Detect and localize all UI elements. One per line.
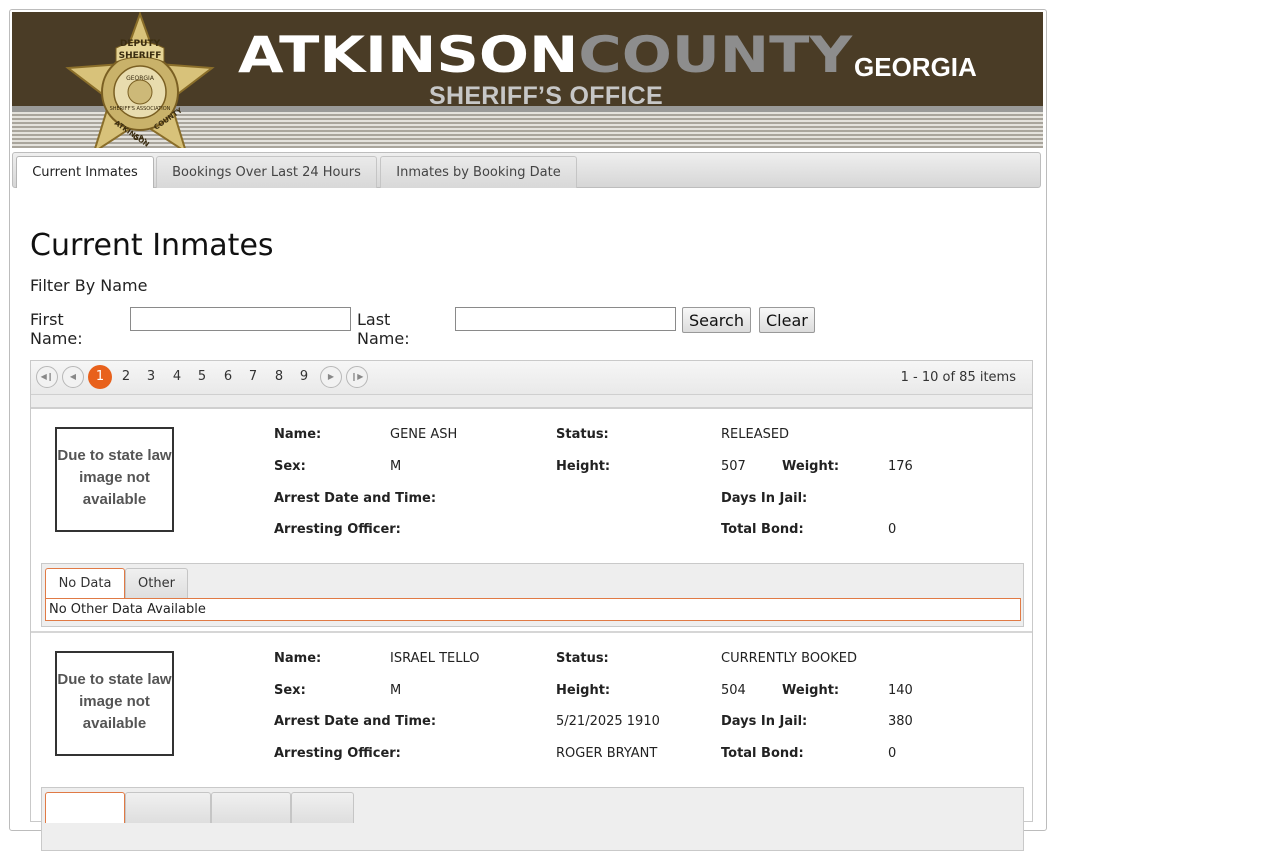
- days-in-jail-label: Days In Jail:: [721, 714, 808, 729]
- main-nav-tabs: Current Inmates Bookings Over Last 24 Ho…: [12, 152, 1041, 188]
- total-bond-label: Total Bond:: [721, 522, 804, 537]
- svg-text:GA.: GA.: [133, 134, 147, 142]
- next-page-icon[interactable]: ▶: [320, 366, 342, 388]
- inmate-height: 507: [721, 459, 746, 474]
- page-number-current[interactable]: 1: [88, 365, 112, 389]
- page-number[interactable]: 3: [139, 366, 163, 388]
- arrest-date-label: Arrest Date and Time:: [274, 491, 437, 506]
- first-page-icon[interactable]: ◀❙: [36, 366, 58, 388]
- arrest-date-label: Arrest Date and Time:: [274, 714, 437, 729]
- inmate-sex: M: [390, 683, 402, 698]
- status-label: Status:: [556, 427, 609, 442]
- filter-heading: Filter By Name: [30, 276, 148, 295]
- inmate-height: 504: [721, 683, 746, 698]
- svg-text:DEPUTY: DEPUTY: [120, 39, 161, 49]
- photo-unavailable-text: Due to state law image not available: [57, 447, 172, 508]
- inmate-detail-tabs: [41, 787, 1024, 851]
- sex-label: Sex:: [274, 683, 306, 698]
- svg-text:GEORGIA: GEORGIA: [126, 75, 155, 82]
- inmate-record: Due to state law image not available Nam…: [31, 409, 1032, 631]
- detail-panel-text: No Other Data Available: [45, 598, 1021, 621]
- detail-tab[interactable]: [45, 792, 125, 823]
- tab-current-inmates[interactable]: Current Inmates: [16, 156, 154, 188]
- status-label: Status:: [556, 651, 609, 666]
- last-name-input[interactable]: [455, 307, 676, 331]
- inmate-name: GENE ASH: [390, 427, 458, 442]
- page-number[interactable]: 7: [241, 366, 265, 388]
- name-label: Name:: [274, 427, 322, 442]
- inmate-status: CURRENTLY BOOKED: [721, 651, 858, 666]
- days-in-jail-label: Days In Jail:: [721, 491, 808, 506]
- weight-label: Weight:: [782, 683, 840, 698]
- last-name-label: Last Name:: [357, 310, 410, 348]
- clear-button[interactable]: Clear: [759, 307, 815, 333]
- weight-label: Weight:: [782, 459, 840, 474]
- tab-inmates-by-booking-date[interactable]: Inmates by Booking Date: [380, 156, 577, 188]
- photo-placeholder: Due to state law image not available: [55, 427, 174, 532]
- inmate-weight: 176: [888, 459, 913, 474]
- pager: ◀❙ ◀ 1 2 3 4 5 6 7 8 9 ▶ ❙▶ 1 - 10 of 85…: [31, 361, 1032, 395]
- page-number[interactable]: 6: [216, 366, 240, 388]
- inmate-status: RELEASED: [721, 427, 790, 442]
- site-subtitle: SHERIFF’S OFFICE: [429, 82, 663, 110]
- site-title-state: GEORGIA: [854, 52, 977, 82]
- photo-unavailable-text: Due to state law image not available: [57, 671, 172, 732]
- tab-bookings-24h[interactable]: Bookings Over Last 24 Hours: [156, 156, 377, 188]
- arresting-officer-label: Arresting Officer:: [274, 522, 401, 537]
- photo-placeholder: Due to state law image not available: [55, 651, 174, 756]
- total-bond: 0: [888, 522, 897, 537]
- prev-page-icon[interactable]: ◀: [62, 366, 84, 388]
- inmate-weight: 140: [888, 683, 913, 698]
- first-name-input[interactable]: [130, 307, 351, 331]
- days-in-jail: 380: [888, 714, 913, 729]
- page-number[interactable]: 4: [165, 366, 189, 388]
- total-bond: 0: [888, 746, 897, 761]
- page-number[interactable]: 9: [292, 366, 316, 388]
- inmate-record: Due to state law image not available Nam…: [31, 633, 1032, 851]
- svg-text:SHERIFF'S ASSOCIATION: SHERIFF'S ASSOCIATION: [110, 106, 171, 112]
- header-banner: DEPUTY SHERIFF GEORGIA SHERIFF'S ASSOCIA…: [12, 12, 1043, 148]
- pager-info: 1 - 10 of 85 items: [900, 370, 1016, 385]
- detail-tab-other[interactable]: Other: [125, 568, 188, 599]
- arresting-officer: ROGER BRYANT: [556, 746, 658, 761]
- site-title-atkinson: ATKINSON: [238, 26, 579, 84]
- page-number[interactable]: 8: [267, 366, 291, 388]
- arrest-date: 5/21/2025 1910: [556, 714, 660, 729]
- total-bond-label: Total Bond:: [721, 746, 804, 761]
- page-number[interactable]: 2: [114, 366, 138, 388]
- search-button[interactable]: Search: [682, 307, 751, 333]
- svg-text:SHERIFF: SHERIFF: [119, 51, 162, 61]
- sheriff-badge-logo: DEPUTY SHERIFF GEORGIA SHERIFF'S ASSOCIA…: [65, 12, 215, 148]
- detail-tab[interactable]: [125, 792, 211, 823]
- name-label: Name:: [274, 651, 322, 666]
- site-title: ATKINSONCOUNTY: [238, 26, 852, 84]
- first-name-label: First Name:: [30, 310, 83, 348]
- inmate-name: ISRAEL TELLO: [390, 651, 480, 666]
- inmate-detail-tabs: No Data Other No Other Data Available: [41, 563, 1024, 627]
- site-title-county: COUNTY: [578, 26, 853, 84]
- pager-divider: [31, 395, 1032, 409]
- page-number[interactable]: 5: [190, 366, 214, 388]
- last-page-icon[interactable]: ❙▶: [346, 366, 368, 388]
- arresting-officer-label: Arresting Officer:: [274, 746, 401, 761]
- inmate-sex: M: [390, 459, 402, 474]
- inmates-grid: ◀❙ ◀ 1 2 3 4 5 6 7 8 9 ▶ ❙▶ 1 - 10 of 85…: [30, 360, 1033, 851]
- detail-tab[interactable]: [291, 792, 354, 823]
- height-label: Height:: [556, 459, 611, 474]
- detail-tab-no-data[interactable]: No Data: [45, 568, 125, 599]
- detail-tab[interactable]: [211, 792, 291, 823]
- height-label: Height:: [556, 683, 611, 698]
- page-title: Current Inmates: [30, 228, 274, 263]
- sex-label: Sex:: [274, 459, 306, 474]
